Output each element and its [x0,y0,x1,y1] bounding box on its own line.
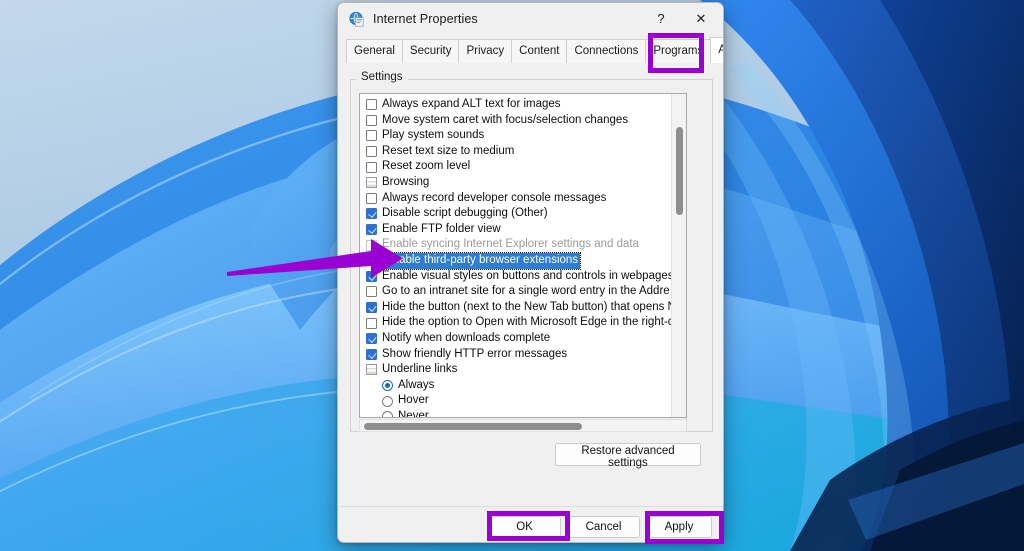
checkbox-icon[interactable] [366,333,377,345]
advanced-settings-list[interactable]: Always expand ALT text for images Move sy… [359,93,687,418]
radio-button-icon[interactable] [382,379,393,391]
settings-list-item[interactable]: Reset zoom level [360,159,673,175]
checkbox-icon[interactable] [366,130,377,142]
tab-connections[interactable]: Connections [566,39,647,63]
dialog-titlebar: Internet Properties ? ✕ [338,3,723,34]
settings-list-item-label: Reset zoom level [382,160,471,173]
checkbox-icon[interactable] [366,114,377,126]
settings-list-item-label: Play system sounds [382,129,485,142]
checkbox-icon[interactable] [366,99,377,111]
settings-list-item[interactable]: Move system caret with focus/selection c… [360,113,673,129]
settings-list-item-label: Hide the button (next to the New Tab but… [382,300,673,313]
tab-content[interactable]: Content [511,39,568,63]
settings-list-item[interactable]: Enable visual styles on buttons and cont… [360,269,673,285]
vertical-scrollbar-thumb[interactable] [676,127,683,215]
ok-button[interactable]: OK [488,516,561,538]
settings-group-icon [366,364,377,376]
settings-list-item-label: Hide the option to Open with Microsoft E… [382,316,673,329]
checkbox-icon[interactable] [366,348,377,360]
settings-list-item[interactable]: Show friendly HTTP error messages [360,347,673,363]
tab-security[interactable]: Security [401,39,460,63]
settings-list-item[interactable]: Notify when downloads complete [360,331,673,347]
cancel-button[interactable]: Cancel [567,516,640,538]
advanced-settings-list-items: Always expand ALT text for images Move sy… [360,94,673,417]
checkbox-icon[interactable] [366,224,377,236]
tab-advanced[interactable]: Advanced [710,37,723,63]
checkbox-icon[interactable] [366,208,377,220]
settings-list-item[interactable]: Always expand ALT text for images [360,97,673,113]
checkbox-icon[interactable] [366,161,377,173]
checkbox-icon[interactable] [366,192,377,204]
settings-list-item[interactable]: Play system sounds [360,128,673,144]
settings-list-item-label: Notify when downloads complete [382,331,551,344]
settings-list-item-label: Disable script debugging (Other) [382,207,548,220]
settings-list-item-label: Go to an intranet site for a single word… [382,285,670,298]
tab-strip: General Security Privacy Content Connect… [346,37,723,63]
tab-privacy[interactable]: Privacy [458,39,513,63]
settings-list-item-label: Enable FTP folder view [382,222,501,235]
horizontal-scrollbar-thumb[interactable] [364,423,582,430]
settings-list-item[interactable]: Go to an intranet site for a single word… [360,284,673,300]
settings-list-item[interactable]: Underline links [360,362,673,378]
checkbox-icon[interactable] [366,146,377,158]
settings-list-item[interactable]: Always [360,378,673,394]
settings-list-item[interactable]: Disable script debugging (Other) [360,206,673,222]
restore-advanced-settings-button[interactable]: Restore advanced settings [555,443,701,469]
settings-list-horizontal-scrollbar[interactable] [359,419,687,432]
settings-list-item[interactable]: Enable syncing Internet Explorer setting… [360,237,673,253]
settings-list-item[interactable]: Enable third-party browser extensions [360,251,673,270]
settings-list-item-label: Always record developer console messages [382,191,607,204]
settings-group-icon [366,177,377,189]
radio-button-icon[interactable] [382,395,393,407]
settings-list-item[interactable]: Always record developer console messages [360,191,673,207]
tab-programs[interactable]: Programs [645,39,712,63]
settings-list-item-label: Enable visual styles on buttons and cont… [382,269,673,282]
settings-list-item-label: Browsing [382,175,430,188]
settings-group-label: Settings [356,71,408,83]
annotation-arrow-icon [225,236,405,292]
settings-list-item-label: Reset text size to medium [382,144,515,157]
settings-list-item[interactable]: Browsing [360,175,673,191]
settings-list-item-label: Never [398,409,429,417]
settings-list-item[interactable]: Hide the button (next to the New Tab but… [360,300,673,316]
settings-list-item-label: Always [398,378,435,391]
desktop-screen: Internet Properties ? ✕ General Security… [0,0,1024,551]
settings-list-item[interactable]: Never [360,409,673,417]
internet-properties-globe-icon [349,11,365,27]
settings-list-item-label: Show friendly HTTP error messages [382,347,568,360]
dialog-title: Internet Properties [373,11,478,26]
tab-general[interactable]: General [346,39,403,63]
checkbox-icon[interactable] [366,317,377,329]
settings-list-item-label: Enable third-party browser extensions [380,251,582,270]
settings-list-item[interactable]: Enable FTP folder view [360,222,673,238]
settings-list-item[interactable]: Hover [360,393,673,409]
settings-list-item-label: Move system caret with focus/selection c… [382,113,629,126]
apply-button[interactable]: Apply [646,516,712,538]
settings-list-item-label: Hover [398,394,429,407]
footer-separator [338,506,723,507]
settings-list-item[interactable]: Hide the option to Open with Microsoft E… [360,315,673,331]
settings-list-item-label: Always expand ALT text for images [382,98,561,110]
help-button[interactable]: ? [641,4,681,34]
checkbox-icon[interactable] [366,302,377,314]
radio-button-icon[interactable] [382,411,393,417]
settings-list-item-label: Underline links [382,363,458,376]
settings-list-item[interactable]: Reset text size to medium [360,144,673,160]
settings-list-item-label: Enable syncing Internet Explorer setting… [382,238,639,251]
settings-list-vertical-scrollbar[interactable] [671,94,686,417]
close-button[interactable]: ✕ [681,4,721,34]
